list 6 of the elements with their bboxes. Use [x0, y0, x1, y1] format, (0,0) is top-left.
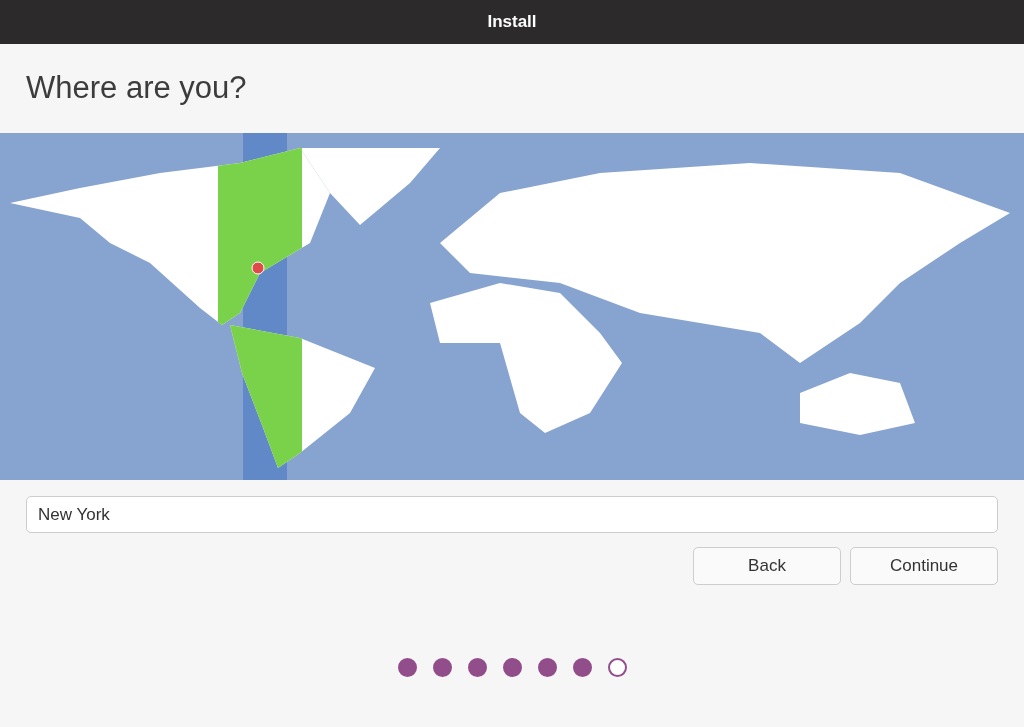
back-button[interactable]: Back — [693, 547, 841, 585]
world-map-drawing[interactable] — [0, 133, 1024, 480]
window-title: Install — [487, 11, 537, 34]
page-heading: Where are you? — [26, 69, 247, 108]
location-field[interactable]: New York — [26, 496, 998, 533]
continue-button[interactable]: Continue — [850, 547, 998, 585]
